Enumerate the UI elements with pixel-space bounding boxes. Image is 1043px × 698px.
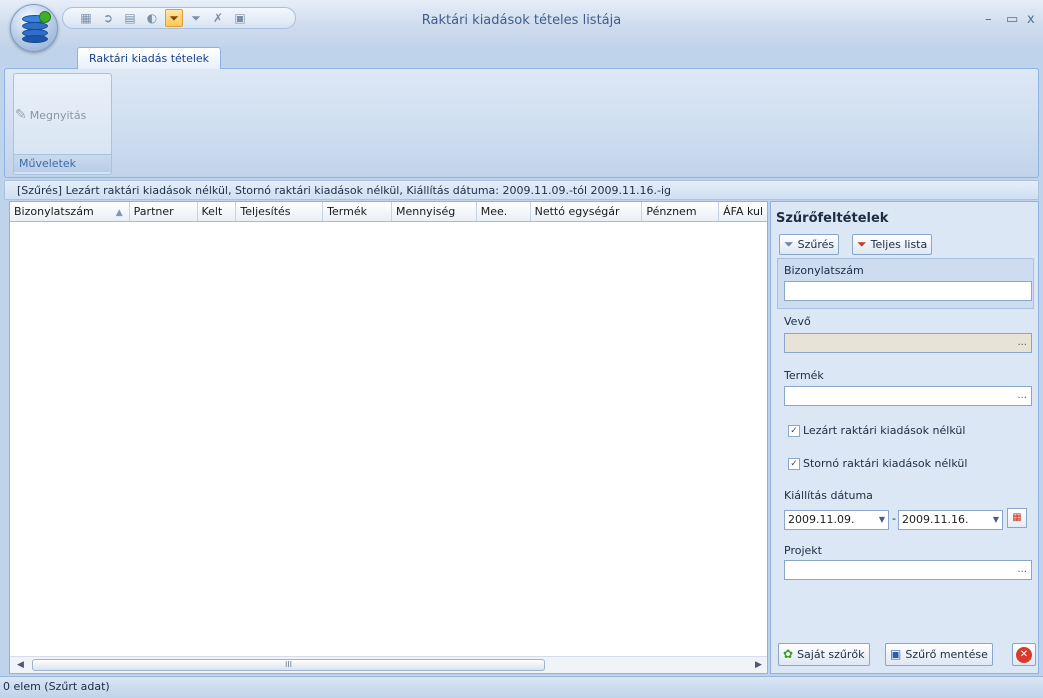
filter-remove-icon: ⏷ — [857, 237, 867, 251]
open-button[interactable]: ✎ Megnyitás — [15, 102, 86, 128]
closed-issues-checkbox[interactable]: ✓ Lezárt raktári kiadások nélkül — [788, 424, 965, 437]
column-header[interactable]: Termék — [323, 202, 392, 221]
date-to-field[interactable]: 2009.11.16. ▼ — [898, 510, 1003, 530]
ribbon-group-operations: ✎ Megnyitás Műveletek — [13, 73, 112, 175]
lookup-button: ... — [1017, 337, 1027, 348]
column-header[interactable]: Bizonylatszám ▲ — [10, 202, 130, 221]
column-header[interactable]: Kelt — [198, 202, 237, 221]
refresh-icon — [39, 11, 51, 23]
scroll-thumb[interactable]: III — [32, 659, 545, 671]
horizontal-scrollbar[interactable]: ◀ III ▶ — [10, 656, 767, 673]
filter-summary: [Szűrés] Lezárt raktári kiadások nélkül,… — [4, 180, 1039, 200]
edit-icon: ✎ — [15, 107, 27, 123]
project-label: Projekt — [784, 544, 822, 557]
product-label: Termék — [784, 369, 824, 382]
save-filter-button[interactable]: ▣ Szűrő mentése — [885, 643, 993, 666]
open-button-label: Megnyitás — [29, 108, 87, 122]
group-label: Műveletek — [14, 154, 111, 172]
save-icon: ▣ — [890, 647, 902, 661]
tab-warehouse-issue-items[interactable]: Raktári kiadás tételek — [77, 47, 221, 69]
checkbox-checked[interactable]: ✓ — [788, 457, 800, 470]
calendar-icon[interactable]: ▦ — [1007, 508, 1027, 528]
date-from-field[interactable]: 2009.11.09. ▼ — [784, 510, 889, 530]
data-grid[interactable]: Bizonylatszám ▲ Partner Kelt Teljesítés T… — [9, 201, 768, 674]
chevron-down-icon[interactable]: ▼ — [993, 511, 999, 529]
column-header[interactable]: Nettó egységár — [531, 202, 643, 221]
sort-ascending-icon: ▲ — [115, 208, 123, 218]
column-header[interactable]: Teljesítés — [236, 202, 324, 221]
title-bar: ▦ ➲ ▤ ◐ ⏷ ⏷ ✗ ▣ Raktári kiadások tételes… — [0, 0, 1043, 46]
my-filters-button[interactable]: ✿ Saját szűrők — [778, 643, 870, 666]
date-separator: - — [892, 512, 896, 525]
minimize-button[interactable]: – — [985, 12, 992, 27]
column-header[interactable]: Mennyiség — [392, 202, 477, 221]
customer-label: Vevő — [784, 315, 811, 328]
scroll-left-icon[interactable]: ◀ — [12, 657, 29, 673]
scroll-right-icon[interactable]: ▶ — [750, 657, 767, 673]
grid-header: Bizonylatszám ▲ Partner Kelt Teljesítés T… — [10, 202, 767, 222]
column-header[interactable]: Mee. — [477, 202, 531, 221]
document-number-input[interactable] — [784, 281, 1032, 301]
project-field[interactable]: ... — [784, 560, 1032, 580]
favorites-icon: ✿ — [783, 647, 794, 661]
storno-issues-checkbox[interactable]: ✓ Stornó raktári kiadások nélkül — [788, 457, 967, 470]
chevron-down-icon[interactable]: ▼ — [879, 511, 885, 529]
document-number-label: Bizonylatszám — [784, 264, 864, 277]
filter-icon: ⏷ — [784, 237, 794, 251]
maximize-button[interactable]: ▭ — [1006, 12, 1018, 27]
status-bar: 0 elem (Szűrt adat) — [0, 676, 1043, 698]
column-header[interactable]: Partner — [130, 202, 198, 221]
filter-panel: Szűrőfeltételek ⏷ Szűrés ⏷ Teljes lista … — [770, 201, 1039, 674]
column-header[interactable]: Pénznem — [642, 202, 720, 221]
full-list-button[interactable]: ⏷ Teljes lista — [852, 234, 933, 255]
filter-button[interactable]: ⏷ Szűrés — [779, 234, 840, 255]
close-panel-button[interactable]: ✕ — [1012, 643, 1036, 666]
checkbox-checked[interactable]: ✓ — [788, 424, 800, 437]
customer-field: ... — [784, 333, 1032, 353]
column-header[interactable]: ÁFA kul — [719, 202, 767, 221]
ribbon: ✎ Megnyitás Műveletek — [4, 68, 1039, 178]
application-menu-button[interactable] — [10, 4, 58, 52]
lookup-button[interactable]: ... — [1017, 564, 1027, 575]
lookup-button[interactable]: ... — [1017, 390, 1027, 401]
product-field[interactable]: ... — [784, 386, 1032, 406]
close-window-button[interactable]: x — [1027, 12, 1035, 27]
window-title: Raktári kiadások tételes listája — [421, 13, 622, 28]
issue-date-label: Kiállítás dátuma — [784, 489, 873, 502]
panel-title: Szűrőfeltételek — [776, 211, 889, 226]
close-icon: ✕ — [1016, 647, 1032, 663]
